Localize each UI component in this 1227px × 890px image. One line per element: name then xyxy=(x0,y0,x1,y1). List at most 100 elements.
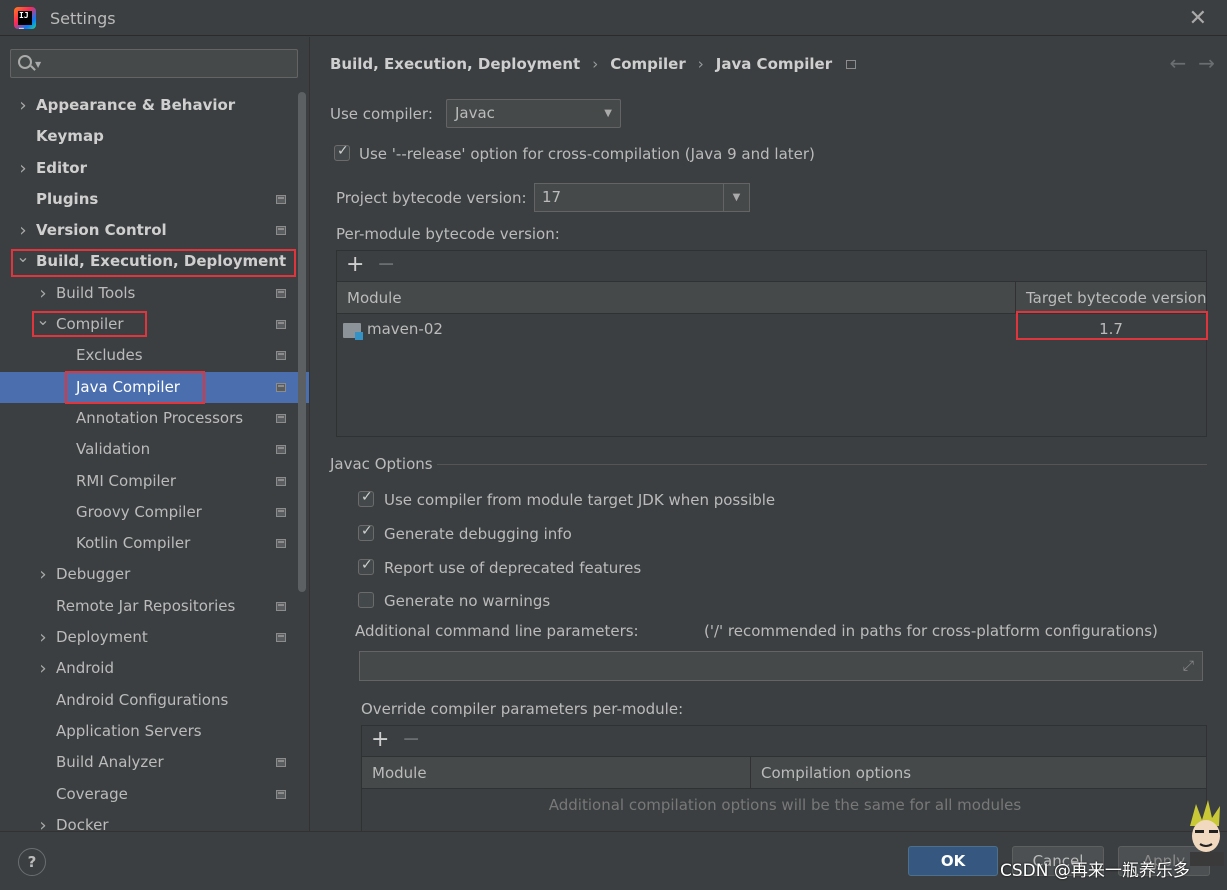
sidebar-item-label: Groovy Compiler xyxy=(76,502,202,521)
bytecode-version-value: 17 xyxy=(542,188,562,206)
sidebar-item[interactable]: › Android xyxy=(0,653,309,684)
chevron-right-icon[interactable]: › xyxy=(36,559,50,590)
sidebar-item[interactable]: Kotlin Compiler xyxy=(0,528,309,559)
release-option-checkbox[interactable] xyxy=(334,143,350,161)
expand-icon[interactable]: ⤢ xyxy=(1183,658,1194,674)
avatar xyxy=(1190,800,1224,866)
sidebar-item[interactable]: › Editor xyxy=(0,153,309,184)
chevron-right-icon[interactable]: › xyxy=(36,810,50,831)
sidebar-item-label: Editor xyxy=(36,158,87,177)
sidebar-item[interactable]: ⌄ Build, Execution, Deployment xyxy=(0,246,309,277)
search-icon xyxy=(18,55,32,69)
sidebar-item[interactable]: Annotation Processors xyxy=(0,403,309,434)
sidebar-item-label: Debugger xyxy=(56,565,131,584)
chevron-right-icon[interactable]: › xyxy=(16,90,30,121)
close-icon[interactable]: ✕ xyxy=(1189,6,1207,31)
project-scope-icon xyxy=(276,601,286,611)
help-button[interactable]: ? xyxy=(18,848,46,876)
chevron-down-icon[interactable]: ⌄ xyxy=(16,241,30,272)
sidebar-item[interactable]: ⌄ Compiler xyxy=(0,309,309,340)
checkbox-target-jdk[interactable] xyxy=(358,489,374,507)
breadcrumb-item[interactable]: Build, Execution, Deployment xyxy=(330,55,580,73)
checkbox-target-jdk-label: Use compiler from module target JDK when… xyxy=(384,491,776,509)
project-scope-icon xyxy=(276,288,286,298)
table-body: maven-02 1.7 xyxy=(337,315,1206,436)
settings-sidebar: ▼ › Appearance & Behavior Keymap › Editor Plu… xyxy=(0,37,310,831)
chevron-right-icon[interactable]: › xyxy=(36,622,50,653)
add-icon[interactable]: + xyxy=(371,727,389,752)
sidebar-item-label: Java Compiler xyxy=(76,377,180,396)
breadcrumb: Build, Execution, Deployment › Compiler › Ja… xyxy=(330,55,857,73)
bytecode-version-select[interactable]: 17 ▼ xyxy=(534,183,750,212)
sidebar-item-label: Excludes xyxy=(76,346,143,365)
target-version[interactable]: 1.7 xyxy=(1016,320,1206,338)
sidebar-item-label: Android xyxy=(56,659,114,678)
add-icon[interactable]: + xyxy=(346,252,364,277)
breadcrumb-item: Java Compiler xyxy=(715,55,833,73)
sidebar-item[interactable]: › Version Control xyxy=(0,215,309,246)
module-folder-icon xyxy=(343,323,363,340)
breadcrumb-item[interactable]: Compiler xyxy=(610,55,686,73)
intellij-app-icon: IJ _ xyxy=(14,7,36,29)
settings-content: Build, Execution, Deployment › Compiler › Ja… xyxy=(311,37,1227,832)
additional-params-input[interactable]: ⤢ xyxy=(359,651,1203,681)
project-scope-icon xyxy=(276,789,286,799)
chevron-right-icon[interactable]: › xyxy=(36,653,50,684)
per-module-toolbar: + − xyxy=(337,251,1206,282)
sidebar-item-label: Docker xyxy=(56,815,109,831)
sidebar-item[interactable]: Java Compiler xyxy=(0,371,309,403)
nav-arrows: ← → xyxy=(1157,51,1215,75)
per-module-table: + − Module Target bytecode version maven… xyxy=(336,250,1207,437)
sidebar-item[interactable]: › Deployment xyxy=(0,622,309,653)
column-header-module[interactable]: Module xyxy=(337,282,1016,314)
compiler-select[interactable]: Javac ▼ xyxy=(446,99,621,128)
sidebar-item[interactable]: › Docker xyxy=(0,810,309,831)
sidebar-item[interactable]: › Appearance & Behavior xyxy=(0,90,309,121)
search-input[interactable]: ▼ xyxy=(10,49,298,78)
module-name: maven-02 xyxy=(367,320,443,338)
checkbox-debug-info[interactable] xyxy=(358,523,374,541)
back-arrow-icon[interactable]: ← xyxy=(1169,51,1186,75)
sidebar-item[interactable]: Excludes xyxy=(0,340,309,371)
column-header-module[interactable]: Module xyxy=(362,757,751,789)
checkbox-deprecated-label: Report use of deprecated features xyxy=(384,559,642,577)
ok-button[interactable]: OK xyxy=(908,846,998,876)
project-scope-icon xyxy=(276,413,286,423)
additional-params-label: Additional command line parameters: xyxy=(355,622,639,640)
project-scope-icon xyxy=(276,758,286,768)
sidebar-item[interactable]: Remote Jar Repositories xyxy=(0,591,309,622)
forward-arrow-icon[interactable]: → xyxy=(1198,51,1215,75)
sidebar-item[interactable]: Coverage xyxy=(0,779,309,810)
sidebar-item[interactable]: Keymap xyxy=(0,121,309,152)
section-divider xyxy=(437,464,1207,465)
column-header-options[interactable]: Compilation options xyxy=(751,757,1208,789)
sidebar-item-label: Plugins xyxy=(36,189,99,208)
sidebar-item[interactable]: › Debugger xyxy=(0,559,309,590)
project-scope-icon xyxy=(276,226,286,236)
sidebar-item[interactable]: Validation xyxy=(0,434,309,465)
sidebar-item[interactable]: Android Configurations xyxy=(0,685,309,716)
column-header-target[interactable]: Target bytecode version xyxy=(1016,282,1208,314)
project-scope-icon xyxy=(276,507,286,517)
javac-options-title: Javac Options xyxy=(330,455,433,473)
sidebar-item[interactable]: Groovy Compiler xyxy=(0,497,309,528)
sidebar-item[interactable]: RMI Compiler xyxy=(0,466,309,497)
checkbox-deprecated[interactable] xyxy=(358,557,374,575)
checkbox-debug-info-label: Generate debugging info xyxy=(384,525,572,543)
sidebar-item-label: Remote Jar Repositories xyxy=(56,596,236,615)
watermark: CSDN @再来一瓶养乐多 xyxy=(1000,861,1190,881)
compiler-select-value: Javac xyxy=(455,104,495,122)
chevron-down-icon: ▼ xyxy=(723,184,749,211)
chevron-down-icon[interactable]: ⌄ xyxy=(36,304,50,335)
checkbox-no-warnings[interactable] xyxy=(358,592,374,608)
sidebar-item[interactable]: Build Analyzer xyxy=(0,747,309,778)
table-row[interactable]: maven-02 1.7 xyxy=(337,315,1206,345)
empty-table-text: Additional compilation options will be t… xyxy=(548,796,1022,814)
sidebar-item[interactable]: Application Servers xyxy=(0,716,309,747)
sidebar-item-label: Compiler xyxy=(56,315,124,334)
sidebar-scrollbar[interactable] xyxy=(298,92,306,592)
sidebar-item[interactable]: Plugins xyxy=(0,184,309,215)
project-scope-icon xyxy=(276,539,286,549)
sidebar-item-label: Deployment xyxy=(56,628,148,647)
chevron-right-icon[interactable]: › xyxy=(16,153,30,184)
